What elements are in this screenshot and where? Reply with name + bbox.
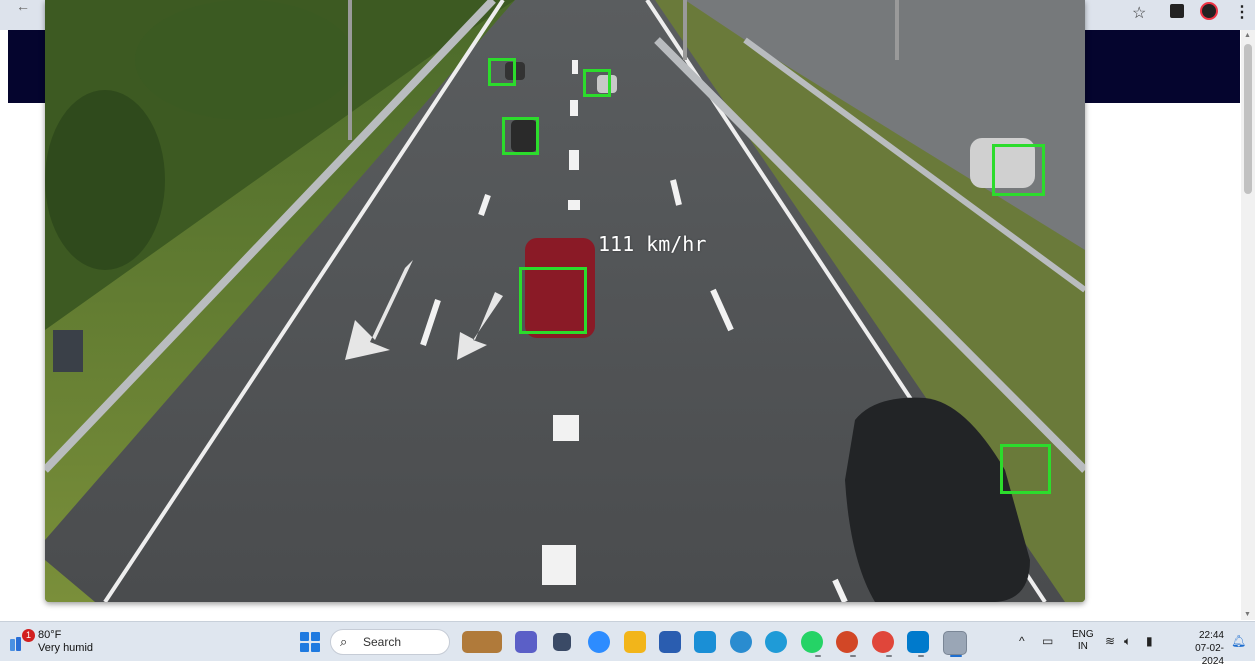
keyboard-icon[interactable]: ▭	[1042, 634, 1053, 648]
teams-icon[interactable]	[515, 631, 537, 653]
vehicle-speed-label: 111 km/hr	[598, 232, 707, 256]
vehicle-detection-box	[502, 117, 539, 155]
mail-icon[interactable]	[694, 631, 716, 653]
vscode-icon[interactable]	[907, 631, 929, 653]
profile-avatar-icon[interactable]	[1200, 2, 1218, 20]
language-indicator[interactable]: ENG IN	[1072, 629, 1094, 653]
vehicle-speed-video-frame: 111 km/hr	[45, 0, 1085, 602]
vehicle-detection-box	[992, 144, 1045, 196]
speaker-icon[interactable]: 🔈︎	[1124, 634, 1131, 649]
file-explorer-icon[interactable]	[624, 631, 646, 653]
running-indicator	[918, 655, 924, 657]
copilot-icon[interactable]	[462, 631, 502, 653]
scroll-up-arrow-icon[interactable]: ▲	[1244, 32, 1251, 39]
settings-icon[interactable]	[730, 631, 752, 653]
back-arrow-icon[interactable]: ←	[16, 0, 30, 14]
running-indicator	[886, 655, 892, 657]
page-scrollbar[interactable]: ▲ ▼	[1241, 30, 1255, 620]
weather-temperature: 80°F	[38, 629, 62, 641]
weather-condition: Very humid	[38, 642, 94, 654]
whatsapp-icon[interactable]	[801, 631, 823, 653]
notification-bell-icon[interactable]: 🔔︎	[1231, 634, 1246, 648]
active-indicator	[950, 655, 962, 657]
powerpoint-icon[interactable]	[836, 631, 858, 653]
running-indicator	[850, 655, 856, 657]
extension-icon[interactable]	[1170, 4, 1184, 18]
clock-time: 22:44	[1198, 630, 1224, 641]
clock[interactable]: 22:44 07-02-2024	[1180, 629, 1224, 668]
zoom-icon[interactable]	[588, 631, 610, 653]
scroll-thumb[interactable]	[1244, 44, 1252, 194]
task-view-icon[interactable]	[553, 633, 571, 651]
vehicle-detection-box	[488, 58, 516, 86]
taskbar-search-box[interactable]: ⌕ Search	[330, 629, 450, 655]
search-placeholder: Search	[363, 635, 402, 649]
microsoft-store-icon[interactable]	[659, 631, 681, 653]
search-icon: ⌕	[340, 634, 348, 649]
language-code: ENG	[1072, 629, 1094, 640]
clock-date: 07-02-2024	[1195, 643, 1224, 667]
edge-icon[interactable]	[765, 631, 787, 653]
chrome-icon[interactable]	[872, 631, 894, 653]
battery-icon[interactable]: ▮	[1146, 634, 1153, 648]
bookmark-star-icon[interactable]: ☆	[1132, 3, 1146, 23]
vehicle-detection-box	[1000, 444, 1051, 494]
windows-start-icon[interactable]	[300, 632, 320, 652]
region-code: IN	[1077, 641, 1088, 652]
vehicle-detection-box	[583, 69, 611, 97]
weather-alert-badge: 1	[22, 629, 35, 642]
wifi-icon[interactable]: ≋	[1105, 634, 1115, 648]
chevron-up-icon[interactable]: ^	[1019, 634, 1025, 648]
running-indicator	[815, 655, 821, 657]
active-app-icon[interactable]	[943, 631, 967, 655]
vehicle-detection-box	[519, 267, 587, 334]
browser-menu-icon[interactable]: ⋮	[1234, 2, 1250, 22]
scroll-down-arrow-icon[interactable]: ▼	[1244, 611, 1251, 618]
